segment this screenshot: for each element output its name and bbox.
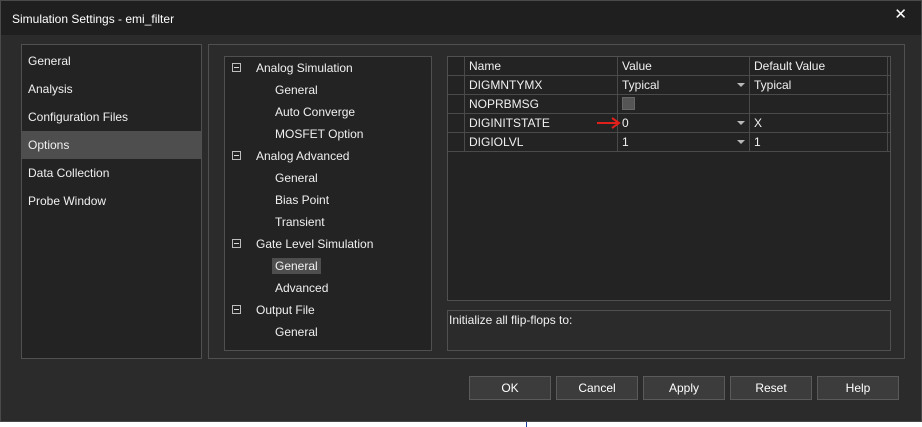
option-default [750,95,888,113]
option-name: DIGINITSTATE [465,114,621,132]
collapse-icon[interactable] [232,239,241,248]
column-header-value[interactable]: Value [618,57,750,75]
option-default: X [750,114,888,132]
close-icon[interactable]: ✕ [894,5,907,23]
table-row[interactable]: NOPRBMSG [448,95,890,114]
category-options[interactable]: Options [22,131,201,159]
option-description: Initialize all flip-flops to: [447,310,891,351]
chevron-down-icon[interactable] [737,121,745,125]
tree-item-analog-general[interactable]: General [275,81,318,99]
option-name: DIGMNTYMX [465,76,618,94]
category-analysis[interactable]: Analysis [22,75,201,103]
apply-button[interactable]: Apply [643,376,725,400]
option-default: 1 [750,133,888,151]
help-button[interactable]: Help [817,376,899,400]
column-header-default-value[interactable]: Default Value [750,57,888,75]
category-probe-window[interactable]: Probe Window [22,187,201,215]
options-grid: Name Value Default Value DIGMNTYMX Typic… [447,56,891,301]
grid-header: Name Value Default Value [448,57,890,76]
cancel-button[interactable]: Cancel [556,376,638,400]
checkbox[interactable] [622,97,635,110]
table-row[interactable]: DIGINITSTATE 0 X [448,114,890,133]
window-title: Simulation Settings - emi_filter [12,12,175,26]
tree-node-label: Analog Advanced [256,149,350,163]
tree-node-label: Output File [256,303,315,317]
category-configuration-files[interactable]: Configuration Files [22,103,201,131]
option-value-dropdown[interactable]: 0 [618,114,750,132]
background-line [526,422,527,427]
title-bar: Simulation Settings - emi_filter ✕ [1,1,921,35]
option-value-checkbox[interactable] [618,95,750,113]
option-name: DIGIOLVL [465,133,618,151]
chevron-down-icon[interactable] [737,140,745,144]
description-text: Initialize all flip-flops to: [449,313,573,327]
tree-item-gate-general[interactable]: General [272,257,321,275]
chevron-down-icon[interactable] [737,83,745,87]
option-value-dropdown[interactable]: Typical [618,76,750,94]
category-data-collection[interactable]: Data Collection [22,159,201,187]
option-default: Typical [750,76,888,94]
option-value-dropdown[interactable]: 1 [618,133,750,151]
category-general[interactable]: General [22,47,201,75]
ok-button[interactable]: OK [469,376,551,400]
tree-item-mosfet-option[interactable]: MOSFET Option [275,125,363,143]
tree-node-label: Analog Simulation [256,61,353,75]
background-strip [0,422,922,427]
tree-item-auto-converge[interactable]: Auto Converge [275,103,355,121]
simulation-settings-dialog: Simulation Settings - emi_filter ✕ Gener… [0,0,922,422]
tree-item-transient[interactable]: Transient [275,213,325,231]
tree-item-gate-advanced[interactable]: Advanced [275,279,328,297]
collapse-icon[interactable] [232,151,241,160]
options-tree: Analog Simulation General Auto Converge … [224,56,432,351]
category-list: General Analysis Configuration Files Opt… [21,44,202,359]
reset-button[interactable]: Reset [730,376,812,400]
column-header-name[interactable]: Name [465,57,618,75]
table-row[interactable]: DIGIOLVL 1 1 [448,133,890,152]
tree-item-bias-point[interactable]: Bias Point [275,191,329,209]
tree-node-label: Gate Level Simulation [256,237,374,251]
collapse-icon[interactable] [232,63,241,72]
tree-item-output-general[interactable]: General [275,323,318,341]
collapse-icon[interactable] [232,305,241,314]
option-name: NOPRBMSG [465,95,618,113]
table-row[interactable]: DIGMNTYMX Typical Typical [448,76,890,95]
tree-item-advanced-general[interactable]: General [275,169,318,187]
